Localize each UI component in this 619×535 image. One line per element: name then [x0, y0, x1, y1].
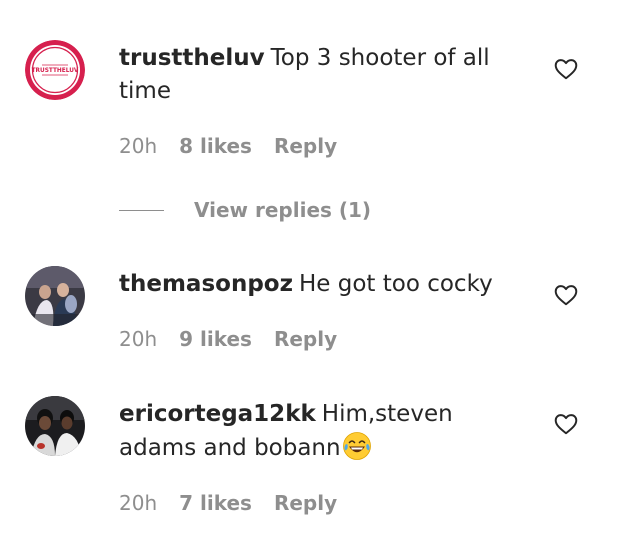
avatar[interactable]: TRUSTTHELUV	[25, 40, 85, 100]
comment-time: 20h	[119, 491, 158, 515]
reply-button[interactable]: Reply	[274, 134, 337, 158]
reply-button[interactable]: Reply	[274, 327, 337, 351]
comment-text: trusttheluv Top 3 shooter of all time	[119, 42, 519, 108]
view-replies-label: View replies (1)	[194, 198, 372, 222]
comment-username[interactable]: themasonpoz	[119, 271, 293, 297]
comment-meta: 20h 7 likes Reply	[119, 491, 359, 515]
like-heart-icon[interactable]	[553, 56, 579, 82]
comment-message: He got too cocky	[298, 271, 493, 297]
avatar-photo	[25, 266, 85, 326]
comment-likes[interactable]: 9 likes	[179, 327, 252, 351]
like-heart-icon[interactable]	[553, 282, 579, 308]
face-with-tears-of-joy-icon	[342, 431, 372, 461]
comment-likes[interactable]: 8 likes	[179, 134, 252, 158]
comment-text: themasonpoz He got too cocky	[119, 268, 519, 301]
avatar-logo-text: TRUSTTHELUV	[32, 68, 79, 74]
like-heart-icon[interactable]	[553, 411, 579, 437]
comment-meta: 20h 9 likes Reply	[119, 327, 359, 351]
trusttheluv-logo: TRUSTTHELUV	[25, 40, 85, 100]
comment-time: 20h	[119, 134, 158, 158]
view-replies-button[interactable]: View replies (1)	[119, 198, 371, 222]
avatar-photo	[25, 396, 85, 456]
comment-likes[interactable]: 7 likes	[179, 491, 252, 515]
comment-username[interactable]: ericortega12kk	[119, 401, 316, 427]
comment-text: ericortega12kk Him,steven adams and boban…	[119, 398, 519, 465]
view-replies-divider	[119, 209, 164, 211]
comment-time: 20h	[119, 327, 158, 351]
avatar[interactable]	[25, 396, 85, 456]
avatar[interactable]	[25, 266, 85, 326]
comment-meta: 20h 8 likes Reply	[119, 134, 359, 158]
reply-button[interactable]: Reply	[274, 491, 337, 515]
comment-username[interactable]: trusttheluv	[119, 45, 265, 71]
